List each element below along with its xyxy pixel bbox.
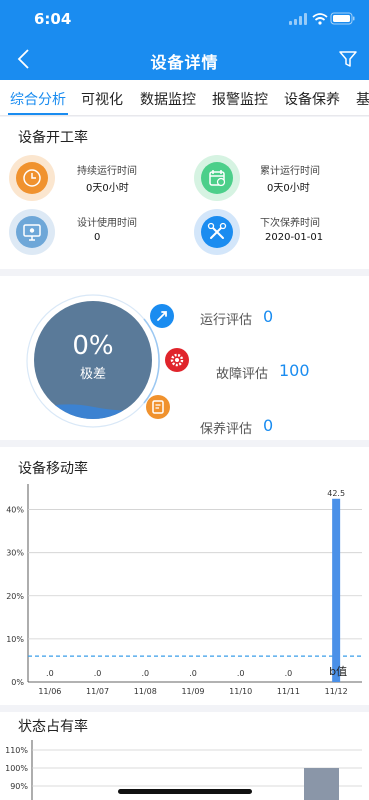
rocket-icon xyxy=(150,304,174,328)
stat-value: 2020-01-01 xyxy=(265,232,324,243)
tab-maintenance[interactable]: 设备保养 xyxy=(284,89,340,109)
tab-data-monitor[interactable]: 数据监控 xyxy=(140,89,196,109)
score-level: 极差 xyxy=(79,367,106,382)
x-tick-label: 11/11 xyxy=(277,687,300,696)
clipboard-icon xyxy=(146,395,170,419)
x-tick-label: 11/12 xyxy=(325,687,348,696)
bar xyxy=(304,768,339,800)
calendar-icon xyxy=(209,170,226,187)
stat-tools-badge xyxy=(194,209,240,255)
work-rate-card: 设备开工率 xyxy=(0,117,369,269)
tab-basic[interactable]: 基 xyxy=(356,89,369,109)
occupancy-title: 状态占有率 xyxy=(18,719,88,735)
signal-icon xyxy=(289,13,307,25)
bar-value-label: 42.5 xyxy=(327,489,345,498)
baseline-label: b值 xyxy=(329,665,347,678)
eval-value-fault: 100 xyxy=(279,361,310,380)
eval-value-maint: 0 xyxy=(263,416,274,435)
bar-value-label: .0 xyxy=(237,669,245,678)
x-tick-label: 11/09 xyxy=(181,687,204,696)
bar-value-label: .0 xyxy=(189,669,197,678)
stat-value: 0天0小时 xyxy=(86,183,129,194)
stat-value: 0天0小时 xyxy=(267,183,310,194)
app-header: 6:04 设备详情 xyxy=(0,0,369,80)
device-detail-screen: 6:04 设备详情 综合分析 可视化 数据监控 报警监控 设备保养 基 设备开工… xyxy=(0,0,369,800)
x-tick-label: 11/06 xyxy=(38,687,61,696)
x-tick-label: 11/10 xyxy=(229,687,252,696)
y-tick-label: 10% xyxy=(6,635,24,644)
bar xyxy=(332,498,341,682)
eval-value-run: 0 xyxy=(263,307,274,326)
stat-monitor-badge xyxy=(9,209,55,255)
clock-icon xyxy=(23,169,41,187)
eval-label-fault: 故障评估 xyxy=(216,367,269,382)
eval-label-run: 运行评估 xyxy=(200,313,253,328)
gear-icon xyxy=(165,348,189,372)
score-gauge: 0% 极差 xyxy=(34,301,152,419)
y-tick-label: 30% xyxy=(6,549,24,558)
stat-label: 持续运行时间 xyxy=(77,166,137,177)
monitor-icon xyxy=(23,224,41,241)
tab-overview[interactable]: 综合分析 xyxy=(10,89,66,109)
x-tick-label: 11/07 xyxy=(86,687,109,696)
stat-value: 0 xyxy=(94,232,101,243)
work-rate-title: 设备开工率 xyxy=(18,130,88,146)
tools-icon xyxy=(207,222,227,239)
stat-label: 下次保养时间 xyxy=(260,218,320,229)
stat-label: 累计运行时间 xyxy=(260,166,320,177)
bar-value-label: .0 xyxy=(46,669,54,678)
wifi-icon xyxy=(312,13,328,21)
stat-label: 设计使用时间 xyxy=(77,218,137,229)
tab-active-indicator xyxy=(8,113,68,115)
home-indicator[interactable] xyxy=(118,789,252,794)
eval-label-maint: 保养评估 xyxy=(200,422,253,437)
y-tick-label: 40% xyxy=(6,506,24,515)
filter-icon[interactable] xyxy=(337,48,359,70)
x-tick-label: 11/08 xyxy=(134,687,157,696)
y-tick-label: 0% xyxy=(11,678,24,687)
stat-calendar-badge xyxy=(194,155,240,201)
y-tick-label: 110% xyxy=(5,746,28,755)
score-percent: 0% xyxy=(72,331,114,361)
bar-value-label: .0 xyxy=(94,669,102,678)
y-tick-label: 20% xyxy=(6,592,24,601)
status-icons xyxy=(289,12,355,25)
tab-visualization[interactable]: 可视化 xyxy=(81,89,123,109)
bar-value-label: .0 xyxy=(285,669,293,678)
battery-icon xyxy=(330,12,355,25)
tab-bar: 综合分析 可视化 数据监控 报警监控 设备保养 基 xyxy=(0,80,369,116)
stat-clock-badge xyxy=(9,155,55,201)
status-time: 6:04 xyxy=(34,10,72,28)
mobility-chart: 0% 10% 20% 30% 40% 11/06 .0 11/07 .0 11/08 .0 11/09… xyxy=(6,484,362,696)
page-title: 设备详情 xyxy=(150,53,219,72)
y-tick-label: 100% xyxy=(5,764,28,773)
y-tick-label: 90% xyxy=(10,782,28,791)
mobility-title: 设备移动率 xyxy=(18,461,88,477)
bar-value-label: .0 xyxy=(141,669,149,678)
tab-alarm-monitor[interactable]: 报警监控 xyxy=(212,89,268,109)
